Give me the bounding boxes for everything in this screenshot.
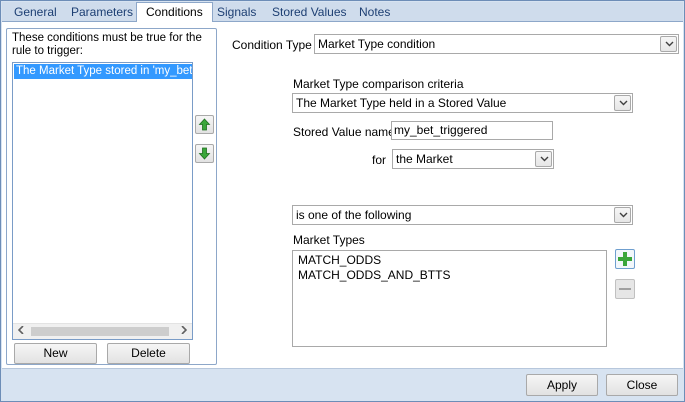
market-types-list[interactable]: MATCH_ODDS MATCH_ODDS_AND_BTTS [292, 250, 607, 347]
condition-type-label: Condition Type [232, 38, 312, 52]
tab-general[interactable]: General [5, 3, 66, 22]
tab-stored-values[interactable]: Stored Values [263, 3, 356, 22]
conditions-group: These conditions must be true for the ru… [6, 28, 217, 365]
close-button[interactable]: Close [606, 374, 678, 396]
list-item[interactable]: MATCH_ODDS [298, 253, 601, 268]
arrow-up-icon [198, 118, 211, 131]
scrollbar-thumb[interactable] [31, 327, 169, 336]
criteria-value: The Market Type held in a Stored Value [296, 96, 507, 110]
conditions-list[interactable]: The Market Type stored in 'my_bet_trigge… [12, 62, 193, 340]
operator-value: is one of the following [296, 208, 412, 222]
for-select[interactable]: the Market [392, 149, 554, 169]
market-types-label: Market Types [293, 233, 365, 247]
operator-select[interactable]: is one of the following [292, 205, 633, 225]
chevron-down-icon[interactable] [614, 95, 631, 111]
chevron-down-icon[interactable] [614, 207, 631, 223]
dialog-footer: Apply Close [2, 368, 683, 400]
plus-icon [618, 252, 632, 266]
scroll-left-icon[interactable] [13, 324, 29, 339]
list-item[interactable]: The Market Type stored in 'my_bet_trigge… [14, 64, 192, 79]
apply-button[interactable]: Apply [526, 374, 598, 396]
rule-editor-window: General Parameters Conditions Signals St… [0, 0, 685, 402]
tab-notes[interactable]: Notes [350, 3, 399, 22]
new-condition-button[interactable]: New [14, 343, 97, 364]
stored-value-input[interactable]: my_bet_triggered [391, 121, 553, 140]
for-label: for [372, 153, 387, 167]
add-market-type-button[interactable] [615, 249, 635, 269]
move-down-button[interactable] [195, 144, 214, 163]
conditions-panel: These conditions must be true for the ru… [2, 22, 683, 368]
tab-strip: General Parameters Conditions Signals St… [2, 2, 683, 23]
scroll-right-icon[interactable] [176, 324, 192, 339]
criteria-label: Market Type comparison criteria [293, 77, 464, 91]
move-up-button[interactable] [195, 115, 214, 134]
chevron-down-icon[interactable] [660, 36, 677, 52]
for-value: the Market [396, 152, 453, 166]
conditions-group-title: These conditions must be true for the ru… [12, 32, 202, 57]
tab-conditions[interactable]: Conditions [136, 2, 213, 23]
chevron-down-icon[interactable] [535, 151, 552, 167]
tab-parameters[interactable]: Parameters [62, 3, 142, 22]
stored-value-label: Stored Value name [293, 125, 395, 139]
arrow-down-icon [198, 147, 211, 160]
condition-type-value: Market Type condition [318, 37, 436, 51]
list-item[interactable]: MATCH_ODDS_AND_BTTS [298, 268, 601, 283]
criteria-select[interactable]: The Market Type held in a Stored Value [292, 93, 633, 113]
remove-market-type-button[interactable] [615, 279, 635, 299]
horizontal-scrollbar[interactable] [13, 323, 192, 339]
delete-condition-button[interactable]: Delete [107, 343, 190, 364]
minus-icon [619, 288, 631, 290]
tab-signals[interactable]: Signals [208, 3, 265, 22]
condition-type-select[interactable]: Market Type condition [314, 34, 679, 54]
